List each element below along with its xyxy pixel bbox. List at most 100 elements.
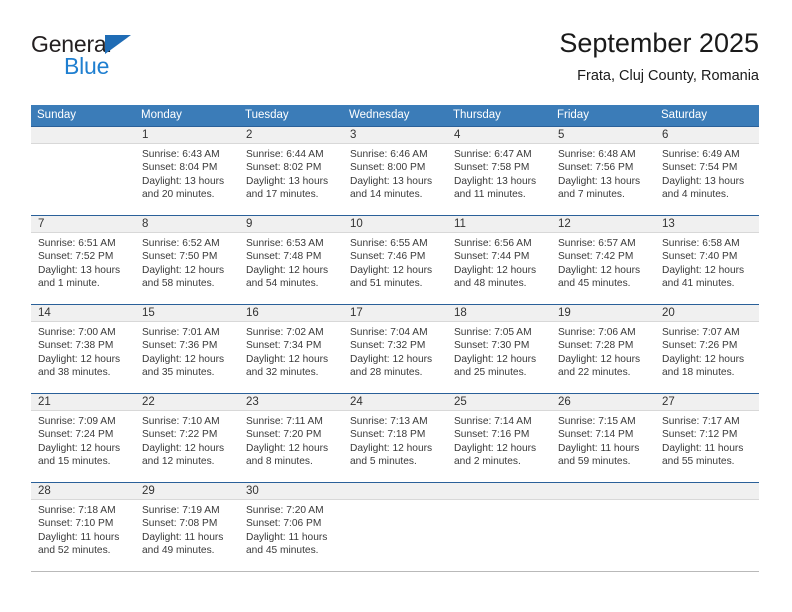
calendar-cell: 20 Sunrise: 7:07 AM Sunset: 7:26 PM Dayligh… <box>655 304 759 394</box>
calendar-cell <box>551 482 655 572</box>
sunset-text: Sunset: 7:36 PM <box>142 340 218 352</box>
day-cell[interactable]: 22 Sunrise: 7:10 AM Sunset: 7:22 PM Dayligh… <box>135 394 239 482</box>
calendar-cell: 1 Sunrise: 6:43 AM Sunset: 8:04 PM Daylight… <box>135 126 239 216</box>
sunset-text: Sunset: 7:48 PM <box>246 251 322 263</box>
day-cell[interactable]: 25 Sunrise: 7:14 AM Sunset: 7:16 PM Dayligh… <box>447 394 551 482</box>
day-cell[interactable]: 4 Sunrise: 6:47 AM Sunset: 7:58 PM Daylight… <box>447 127 551 215</box>
day-cell[interactable]: 15 Sunrise: 7:01 AM Sunset: 7:36 PM Dayligh… <box>135 305 239 393</box>
daylight-text-line2: and 38 minutes. <box>38 367 111 379</box>
daylight-text-line1: Daylight: 12 hours <box>558 264 641 276</box>
daylight-text-line1: Daylight: 13 hours <box>662 175 745 187</box>
day-number-band: 29 <box>135 483 239 500</box>
day-cell[interactable]: 3 Sunrise: 6:46 AM Sunset: 8:00 PM Daylight… <box>343 127 447 215</box>
day-details: Sunrise: 7:11 AM Sunset: 7:20 PM Daylight:… <box>239 411 343 469</box>
weekday-header-tuesday: Tuesday <box>239 105 343 127</box>
day-number: 30 <box>246 485 259 497</box>
day-cell-empty <box>31 127 135 215</box>
calendar-week-row: 1 Sunrise: 6:43 AM Sunset: 8:04 PM Daylight… <box>31 126 759 216</box>
calendar-cell <box>447 482 551 572</box>
day-cell[interactable]: 28 Sunrise: 7:18 AM Sunset: 7:10 PM Dayligh… <box>31 483 135 571</box>
sunset-text: Sunset: 7:58 PM <box>454 162 530 174</box>
day-cell[interactable]: 23 Sunrise: 7:11 AM Sunset: 7:20 PM Dayligh… <box>239 394 343 482</box>
day-number: 20 <box>662 307 675 319</box>
calendar-cell: 4 Sunrise: 6:47 AM Sunset: 7:58 PM Daylight… <box>447 126 551 216</box>
day-cell[interactable]: 2 Sunrise: 6:44 AM Sunset: 8:02 PM Daylight… <box>239 127 343 215</box>
day-number-band: 24 <box>343 394 447 411</box>
day-cell[interactable]: 8 Sunrise: 6:52 AM Sunset: 7:50 PM Daylight… <box>135 216 239 304</box>
page-subtitle: Frata, Cluj County, Romania <box>577 68 759 84</box>
day-cell[interactable]: 9 Sunrise: 6:53 AM Sunset: 7:48 PM Daylight… <box>239 216 343 304</box>
daylight-text-line1: Daylight: 11 hours <box>142 531 224 543</box>
sunset-text: Sunset: 8:04 PM <box>142 162 218 174</box>
calendar-cell: 24 Sunrise: 7:13 AM Sunset: 7:18 PM Dayligh… <box>343 393 447 483</box>
day-cell[interactable]: 18 Sunrise: 7:05 AM Sunset: 7:30 PM Dayligh… <box>447 305 551 393</box>
day-cell[interactable]: 16 Sunrise: 7:02 AM Sunset: 7:34 PM Dayligh… <box>239 305 343 393</box>
day-cell[interactable]: 13 Sunrise: 6:58 AM Sunset: 7:40 PM Dayligh… <box>655 216 759 304</box>
day-cell[interactable]: 24 Sunrise: 7:13 AM Sunset: 7:18 PM Dayligh… <box>343 394 447 482</box>
day-cell[interactable]: 30 Sunrise: 7:20 AM Sunset: 7:06 PM Dayligh… <box>239 483 343 571</box>
sunrise-text: Sunrise: 6:48 AM <box>558 149 636 160</box>
day-cell[interactable]: 20 Sunrise: 7:07 AM Sunset: 7:26 PM Dayligh… <box>655 305 759 393</box>
daylight-text-line2: and 4 minutes. <box>662 189 729 201</box>
sunrise-text: Sunrise: 7:11 AM <box>246 416 323 427</box>
day-number-band <box>655 483 759 500</box>
daylight-text-line1: Daylight: 12 hours <box>350 264 433 276</box>
day-cell[interactable]: 11 Sunrise: 6:56 AM Sunset: 7:44 PM Dayligh… <box>447 216 551 304</box>
day-cell[interactable]: 7 Sunrise: 6:51 AM Sunset: 7:52 PM Daylight… <box>31 216 135 304</box>
calendar-week-row: 21 Sunrise: 7:09 AM Sunset: 7:24 PM Dayligh… <box>31 393 759 483</box>
calendar-cell: 13 Sunrise: 6:58 AM Sunset: 7:40 PM Dayligh… <box>655 215 759 305</box>
day-number: 6 <box>662 129 669 141</box>
day-cell[interactable]: 12 Sunrise: 6:57 AM Sunset: 7:42 PM Dayligh… <box>551 216 655 304</box>
day-cell[interactable]: 6 Sunrise: 6:49 AM Sunset: 7:54 PM Daylight… <box>655 127 759 215</box>
day-cell[interactable]: 10 Sunrise: 6:55 AM Sunset: 7:46 PM Dayligh… <box>343 216 447 304</box>
day-number-band: 11 <box>447 216 551 233</box>
day-cell[interactable]: 19 Sunrise: 7:06 AM Sunset: 7:28 PM Dayligh… <box>551 305 655 393</box>
day-number: 23 <box>246 396 259 408</box>
day-number-band: 13 <box>655 216 759 233</box>
day-cell[interactable]: 29 Sunrise: 7:19 AM Sunset: 7:08 PM Dayligh… <box>135 483 239 571</box>
day-cell[interactable]: 17 Sunrise: 7:04 AM Sunset: 7:32 PM Dayligh… <box>343 305 447 393</box>
day-cell[interactable]: 5 Sunrise: 6:48 AM Sunset: 7:56 PM Daylight… <box>551 127 655 215</box>
sunrise-text: Sunrise: 6:43 AM <box>142 149 220 160</box>
sunrise-text: Sunrise: 7:05 AM <box>454 327 532 338</box>
day-number: 9 <box>246 218 253 230</box>
day-number: 3 <box>350 129 357 141</box>
calendar-cell: 2 Sunrise: 6:44 AM Sunset: 8:02 PM Daylight… <box>239 126 343 216</box>
sunrise-text: Sunrise: 7:14 AM <box>454 416 532 427</box>
day-number: 26 <box>558 396 571 408</box>
day-details: Sunrise: 7:09 AM Sunset: 7:24 PM Daylight:… <box>31 411 135 469</box>
calendar-cell: 30 Sunrise: 7:20 AM Sunset: 7:06 PM Dayligh… <box>239 482 343 572</box>
day-details: Sunrise: 7:00 AM Sunset: 7:38 PM Daylight:… <box>31 322 135 380</box>
calendar-cell: 8 Sunrise: 6:52 AM Sunset: 7:50 PM Daylight… <box>135 215 239 305</box>
daylight-text-line2: and 20 minutes. <box>142 189 215 201</box>
day-cell[interactable]: 14 Sunrise: 7:00 AM Sunset: 7:38 PM Dayligh… <box>31 305 135 393</box>
daylight-text-line1: Daylight: 11 hours <box>38 531 120 543</box>
sunrise-text: Sunrise: 7:15 AM <box>558 416 636 427</box>
day-details: Sunrise: 6:53 AM Sunset: 7:48 PM Daylight:… <box>239 233 343 291</box>
calendar-page: General Blue September 2025 Frata, Cluj … <box>0 0 792 612</box>
sunset-text: Sunset: 7:14 PM <box>558 429 634 441</box>
sunrise-text: Sunrise: 6:58 AM <box>662 238 740 249</box>
day-details: Sunrise: 7:19 AM Sunset: 7:08 PM Daylight:… <box>135 500 239 558</box>
weekday-header-thursday: Thursday <box>447 105 551 127</box>
calendar-cell: 29 Sunrise: 7:19 AM Sunset: 7:08 PM Dayligh… <box>135 482 239 572</box>
calendar-body: 1 Sunrise: 6:43 AM Sunset: 8:04 PM Daylight… <box>31 126 759 572</box>
day-cell-empty <box>551 483 655 571</box>
daylight-text-line1: Daylight: 12 hours <box>142 353 225 365</box>
daylight-text-line2: and 1 minute. <box>38 278 100 290</box>
page-title: September 2025 <box>559 28 759 58</box>
day-number-band: 23 <box>239 394 343 411</box>
sunset-text: Sunset: 7:08 PM <box>142 518 218 530</box>
calendar-cell: 9 Sunrise: 6:53 AM Sunset: 7:48 PM Daylight… <box>239 215 343 305</box>
sunrise-text: Sunrise: 6:57 AM <box>558 238 636 249</box>
day-cell[interactable]: 26 Sunrise: 7:15 AM Sunset: 7:14 PM Dayligh… <box>551 394 655 482</box>
day-cell[interactable]: 1 Sunrise: 6:43 AM Sunset: 8:04 PM Daylight… <box>135 127 239 215</box>
brand-logo[interactable]: General Blue <box>31 32 231 88</box>
day-cell[interactable]: 21 Sunrise: 7:09 AM Sunset: 7:24 PM Dayligh… <box>31 394 135 482</box>
day-cell[interactable]: 27 Sunrise: 7:17 AM Sunset: 7:12 PM Dayligh… <box>655 394 759 482</box>
daylight-text-line2: and 7 minutes. <box>558 189 625 201</box>
daylight-text-line2: and 14 minutes. <box>350 189 423 201</box>
sunset-text: Sunset: 7:44 PM <box>454 251 530 263</box>
day-details: Sunrise: 7:17 AM Sunset: 7:12 PM Daylight:… <box>655 411 759 469</box>
sunset-text: Sunset: 7:10 PM <box>38 518 114 530</box>
